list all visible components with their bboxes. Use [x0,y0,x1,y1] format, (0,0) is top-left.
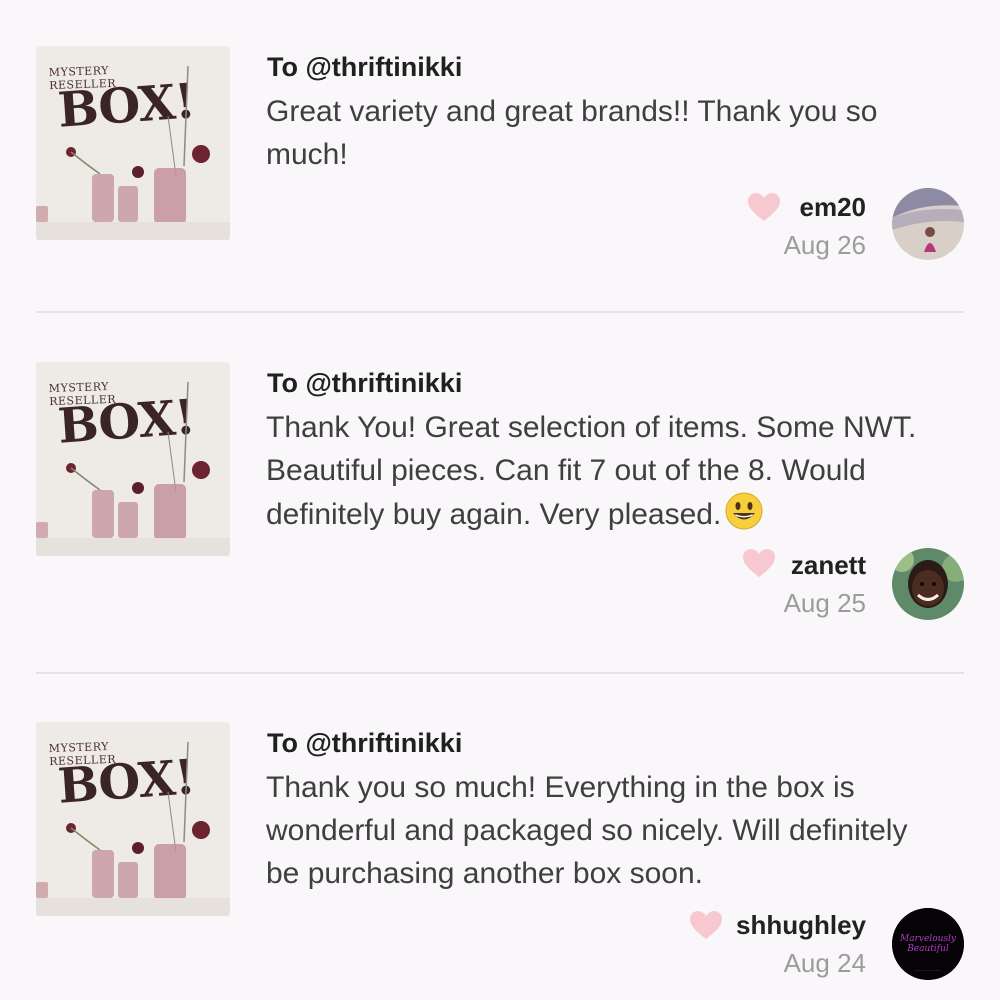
review-text: Thank You! Great selection of items. Som… [266,411,917,531]
review-date: Aug 25 [783,588,866,618]
reviews-feed: MYSTERY RESELLER BOX! To @thriftinikki G… [0,0,1000,1000]
vases-flowers-icon [36,741,230,916]
heart-icon[interactable] [742,548,776,578]
vases-flowers-icon [36,65,230,240]
svg-text:~~~~~~~~: ~~~~~~~~ [915,968,942,973]
svg-text:Marvelously: Marvelously [899,934,957,944]
divider [36,311,964,313]
svg-text:Beautiful: Beautiful [906,944,949,954]
review-date: Aug 24 [783,948,866,978]
listing-thumbnail[interactable]: MYSTERY RESELLER BOX! [36,362,230,556]
reviewer-username[interactable]: zanett [791,550,866,581]
divider [36,672,964,674]
reviewer-username[interactable]: em20 [800,192,867,223]
listing-thumbnail[interactable]: MYSTERY RESELLER BOX! [36,722,230,916]
grinning-face-emoji-icon [725,492,763,530]
heart-icon[interactable] [747,192,781,222]
review-recipient[interactable]: To @thriftinikki [267,52,462,83]
listing-thumbnail[interactable]: MYSTERY RESELLER BOX! [36,46,230,240]
review-text-container: Thank You! Great selection of items. Som… [266,406,946,536]
review-date: Aug 26 [783,230,866,260]
review-text: Great variety and great brands!! Thank y… [266,95,878,171]
review-recipient[interactable]: To @thriftinikki [267,368,462,399]
shop-logo-avatar[interactable]: Marvelously Beautiful ~~~~~~~~ [892,908,964,980]
review-recipient[interactable]: To @thriftinikki [267,728,462,759]
reviewer-username[interactable]: shhughley [736,910,866,941]
heart-icon[interactable] [689,910,723,940]
vases-flowers-icon [36,381,230,556]
review-text: Thank you so much! Everything in the box… [266,771,908,890]
smiling-woman-avatar[interactable] [892,548,964,620]
person-on-beach-avatar[interactable] [892,188,964,260]
